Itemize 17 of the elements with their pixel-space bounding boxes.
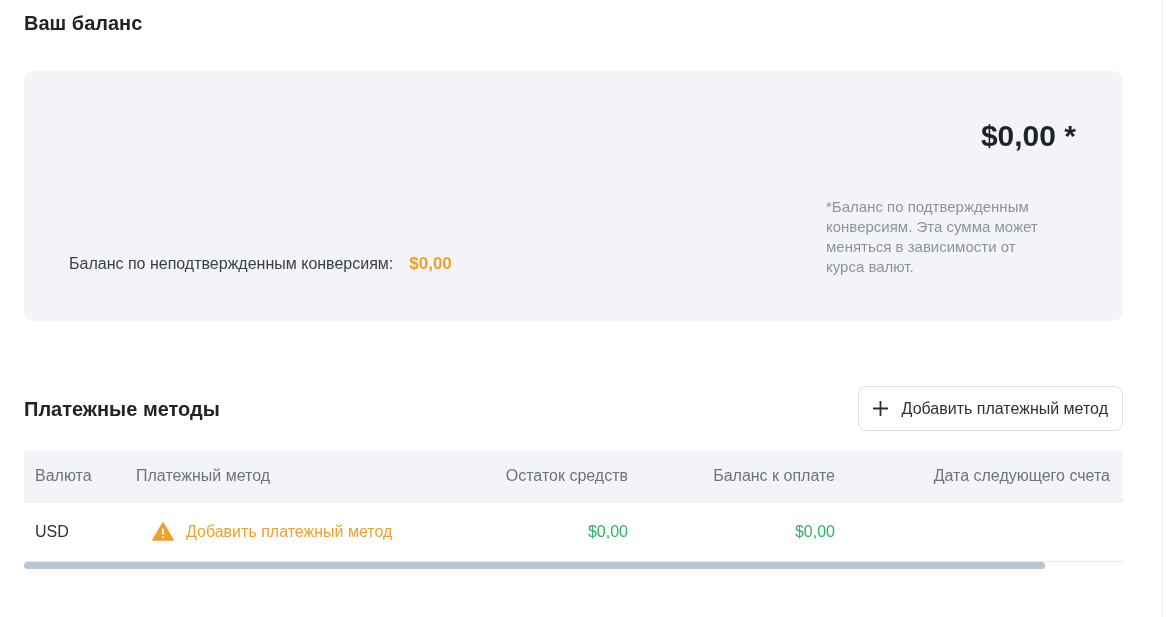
balance-title: Ваш баланс [24,11,143,36]
add-payment-method-button[interactable]: Добавить платежный метод [857,386,1123,431]
unconfirmed-balance-label: Баланс по неподтвержденным конверсиям: [69,254,394,274]
balance-footnote: *Баланс по подтвержденным конверсиям. Эта сумма может меняться в зависимости от курса валют. [826,197,1039,277]
balance-due-amount: $0,00 [794,521,835,542]
column-header: Платежный метод [136,466,271,486]
horizontal-scrollbar[interactable] [24,562,1045,569]
column-header: Остаток средств [505,466,628,486]
unconfirmed-balance-amount: $0,00 [409,253,452,275]
column-header: Дата следующего счета [933,466,1110,486]
total-balance: $0,00 * [980,118,1076,154]
payment-methods-title: Платежные методы [24,396,220,422]
remaining-amount: $0,00 [587,521,628,542]
plus-icon [872,401,888,416]
column-header: Валюта [35,466,92,486]
currency-code: USD [35,521,69,542]
column-header: Баланс к оплате [713,466,835,486]
